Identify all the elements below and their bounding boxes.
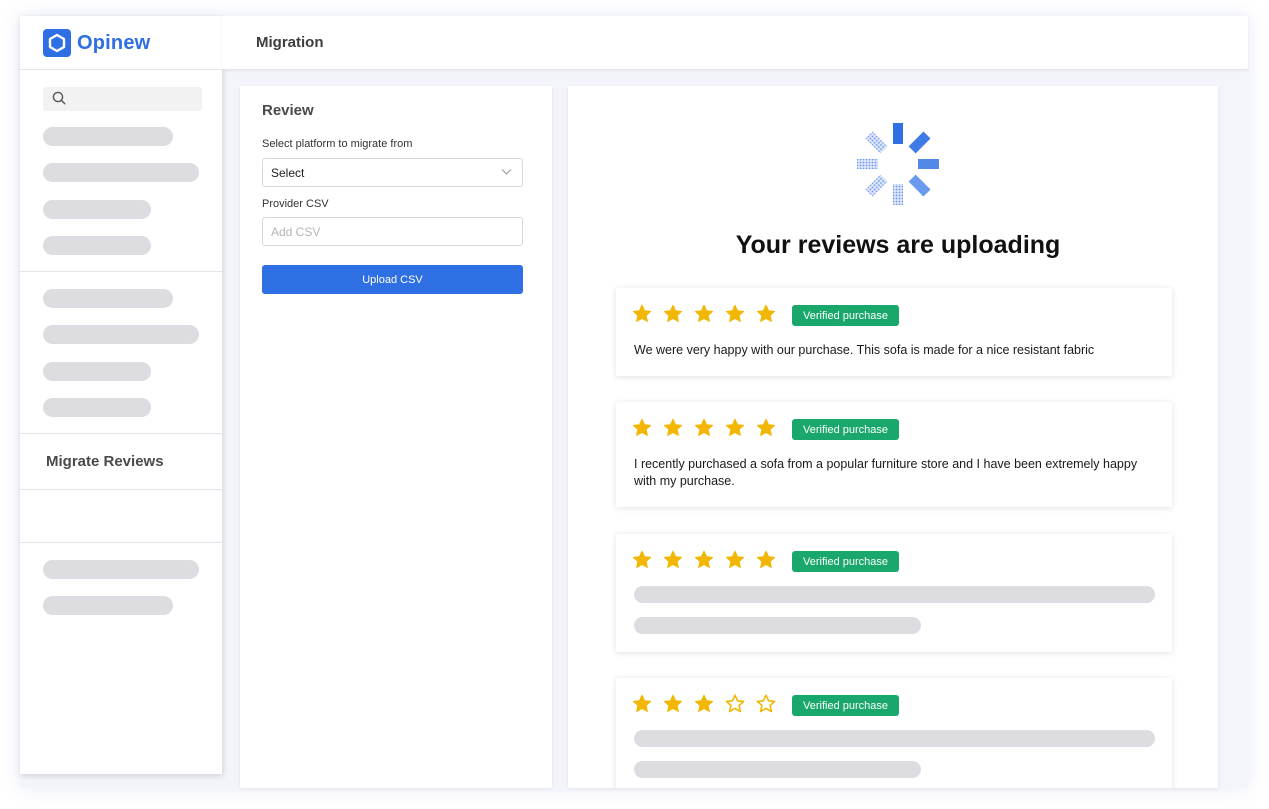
verified-purchase-badge: Verified purchase	[792, 695, 899, 716]
star-filled-icon	[694, 418, 714, 436]
star-filled-icon	[694, 694, 714, 712]
star-filled-icon	[756, 304, 776, 322]
star-empty-icon	[756, 694, 776, 713]
loading-spinner-icon	[857, 123, 939, 205]
review-text-placeholder	[634, 586, 1155, 603]
search-icon	[52, 91, 66, 105]
platform-select[interactable]: Select	[262, 158, 523, 187]
star-filled-icon	[632, 304, 652, 322]
star-filled-icon	[663, 418, 683, 436]
sidebar-divider	[20, 271, 222, 272]
sidebar-item-migrate-reviews[interactable]: Migrate Reviews	[46, 453, 164, 470]
sidebar-divider	[20, 542, 222, 543]
upload-status-panel: Your reviews are uploading Verified purc…	[568, 86, 1218, 788]
sidebar-item-placeholder[interactable]	[43, 398, 151, 417]
platform-label: Select platform to migrate from	[262, 138, 413, 150]
chevron-down-icon	[501, 169, 512, 175]
page-title: Migration	[256, 34, 324, 51]
top-header: Migration	[222, 16, 1248, 70]
sidebar: Opinew Migrate Reviews	[20, 16, 222, 774]
star-rating	[632, 418, 776, 437]
migration-form-panel: Review Select platform to migrate from S…	[240, 86, 552, 788]
star-filled-icon	[632, 694, 652, 712]
sidebar-item-placeholder[interactable]	[43, 596, 173, 615]
upload-status-title: Your reviews are uploading	[735, 231, 1061, 259]
review-card: Verified purchase	[616, 678, 1172, 788]
sidebar-divider	[20, 433, 222, 434]
sidebar-item-placeholder[interactable]	[43, 163, 199, 182]
verified-purchase-badge: Verified purchase	[792, 305, 899, 326]
form-title: Review	[262, 102, 314, 119]
brand-logo[interactable]: Opinew	[43, 28, 150, 58]
star-rating	[632, 550, 776, 569]
star-filled-icon	[725, 550, 745, 568]
review-card: Verified purchase We were very happy wit…	[616, 288, 1172, 376]
review-text: We were very happy with our purchase. Th…	[634, 343, 1095, 357]
star-rating	[632, 304, 776, 323]
star-filled-icon	[663, 550, 683, 568]
review-card: Verified purchase I recently purchased a…	[616, 402, 1172, 507]
review-card: Verified purchase	[616, 534, 1172, 652]
sidebar-search-input[interactable]	[43, 87, 202, 111]
platform-select-value: Select	[271, 166, 305, 180]
star-filled-icon	[632, 418, 652, 436]
sidebar-item-placeholder[interactable]	[43, 127, 173, 146]
verified-purchase-badge: Verified purchase	[792, 551, 899, 572]
star-filled-icon	[694, 550, 714, 568]
opinew-logo-icon	[43, 29, 71, 57]
star-filled-icon	[756, 550, 776, 568]
review-text-placeholder	[634, 617, 921, 634]
star-filled-icon	[725, 418, 745, 436]
star-rating	[632, 694, 776, 713]
star-empty-icon	[725, 694, 745, 713]
brand-name: Opinew	[77, 31, 151, 54]
sidebar-item-placeholder[interactable]	[43, 200, 151, 219]
sidebar-item-placeholder[interactable]	[43, 236, 151, 255]
review-text: I recently purchased a sofa from a popul…	[634, 457, 1138, 488]
sidebar-divider	[20, 489, 222, 490]
sidebar-divider	[20, 69, 222, 70]
star-filled-icon	[663, 304, 683, 322]
sidebar-item-placeholder[interactable]	[43, 362, 151, 381]
csv-label: Provider CSV	[262, 198, 329, 210]
upload-csv-button[interactable]: Upload CSV	[262, 265, 523, 294]
star-filled-icon	[756, 418, 776, 436]
sidebar-item-placeholder[interactable]	[43, 560, 199, 579]
sidebar-item-placeholder[interactable]	[43, 289, 173, 308]
csv-input[interactable]: Add CSV	[262, 217, 523, 246]
star-filled-icon	[663, 694, 683, 712]
verified-purchase-badge: Verified purchase	[792, 419, 899, 440]
star-filled-icon	[694, 304, 714, 322]
star-filled-icon	[725, 304, 745, 322]
star-filled-icon	[632, 550, 652, 568]
review-text-placeholder	[634, 761, 921, 778]
sidebar-item-placeholder[interactable]	[43, 325, 199, 344]
review-text-placeholder	[634, 730, 1155, 747]
